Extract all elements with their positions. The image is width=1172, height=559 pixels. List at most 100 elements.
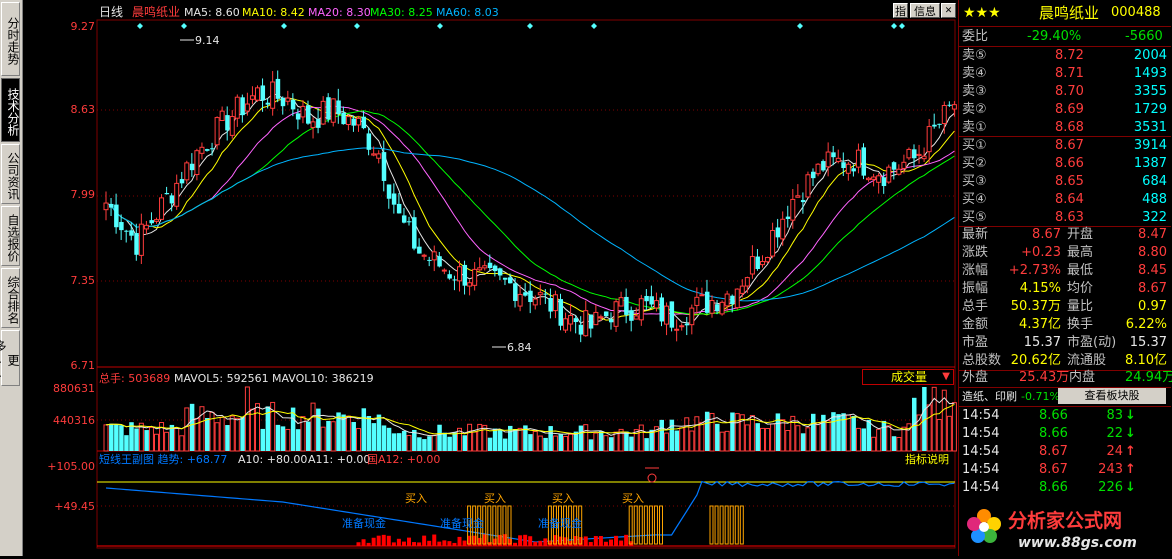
prep-cash-label: 准备现金 <box>538 516 582 530</box>
volume-bar <box>866 419 872 451</box>
volume-bar <box>568 433 574 452</box>
close-icon[interactable]: ✕ <box>941 3 956 18</box>
ma-label-4: MA60: 8.03 <box>436 6 499 19</box>
indicator-bar <box>432 534 437 546</box>
left-tab-bar: 分时走势 技术分析 公司资讯 自选报价 综合排名 更多.. <box>0 0 23 556</box>
tab-intraday[interactable]: 分时走势 <box>1 2 20 76</box>
volume-bar <box>513 429 518 451</box>
candle-body <box>563 318 569 331</box>
candle-body <box>835 157 841 162</box>
volume-bar <box>684 417 690 452</box>
tab-company-info[interactable]: 公司资讯 <box>1 144 20 204</box>
candle-body <box>492 265 498 272</box>
volume-bar <box>371 423 377 451</box>
buy-level-row: 买② 8.66 1387 <box>962 156 1167 171</box>
volume-bar <box>881 420 887 451</box>
indicator-bar <box>371 537 376 546</box>
volume-bar <box>926 404 932 452</box>
buy-signal-bar <box>734 505 739 545</box>
candle-body <box>229 116 235 136</box>
y-tick-main: 7.99 <box>71 188 96 201</box>
candle-body <box>270 81 276 109</box>
candle-body <box>210 148 215 150</box>
volume-bar <box>593 432 599 452</box>
diamond-marker <box>891 23 897 29</box>
chart-area[interactable]: 日线 晨鸣纸业 MA5: 8.60 MA10: 8.42 MA20: 8.30 MA3… <box>22 0 958 556</box>
volume-bar <box>552 435 558 452</box>
candle-body <box>719 301 725 315</box>
indicator-bar <box>543 538 548 546</box>
stat-row: 市盈 15.37 市盈(动) 15.37 <box>962 335 1167 350</box>
signal-diamonds <box>137 23 905 29</box>
info-button[interactable]: 信息 <box>910 3 940 18</box>
volume-bar <box>871 436 877 452</box>
indicator-bar <box>528 536 533 546</box>
candle-body <box>578 324 584 335</box>
candle-body <box>149 220 154 224</box>
indicator-bar <box>593 536 598 546</box>
indicator-toggle-button[interactable]: 指 <box>893 3 908 18</box>
trade-tick-row: 14:54 8.66 22 ↓ <box>962 426 1136 441</box>
indicator-bar <box>518 535 523 546</box>
candle-body <box>800 200 806 203</box>
indicator-bar <box>533 541 538 546</box>
tab-ranking[interactable]: 综合排名 <box>1 268 20 328</box>
tab-more[interactable]: 更多.. <box>0 330 20 386</box>
prep-cash-label: 准备现金 <box>342 516 386 530</box>
candle-body <box>906 148 912 159</box>
candle-body <box>234 96 240 119</box>
volume-bar <box>109 423 114 451</box>
volume-bar <box>275 424 281 451</box>
arrow-down-icon: ↓ <box>1125 480 1136 495</box>
candle-body <box>244 103 250 112</box>
volume-bar <box>679 427 685 452</box>
candle-body <box>381 152 387 181</box>
candle-body <box>724 293 730 307</box>
chart-stock-name: 晨鸣纸业 <box>132 4 180 19</box>
tab-technical[interactable]: 技术分析 <box>1 78 20 142</box>
candle-body <box>699 294 705 297</box>
candle-body <box>825 151 831 168</box>
volume-bar <box>901 426 907 452</box>
volume-bar <box>624 431 629 451</box>
indicator-bar <box>442 540 447 546</box>
trade-tick-row: 14:54 8.66 226 ↓ <box>962 480 1136 495</box>
volume-total: 总手: 503689 <box>99 371 170 385</box>
indicator-bar <box>427 540 432 546</box>
volume-bar <box>588 439 594 451</box>
view-sector-stocks-button[interactable]: 查看板块股 <box>1058 388 1166 404</box>
candle-body <box>255 87 260 101</box>
candle-body <box>896 168 902 175</box>
candle-body <box>618 297 624 307</box>
volume-bar <box>244 386 250 452</box>
candle-body <box>502 277 508 280</box>
candle-body <box>124 230 129 232</box>
volume-bar <box>119 425 124 451</box>
indicator-bar <box>598 536 603 546</box>
arrow-up-icon: ↑ <box>1125 462 1136 477</box>
candle-body <box>684 323 690 326</box>
candle-body <box>219 110 225 122</box>
candle-body <box>240 97 245 116</box>
buy-level-row: 买① 8.67 3914 <box>962 138 1167 153</box>
buy-signal-bar <box>638 505 643 545</box>
indicator-help-link[interactable]: 指标说明 <box>905 452 949 466</box>
candle-body <box>371 153 377 156</box>
buy-signal-bar <box>653 505 658 545</box>
volume-selector[interactable]: 成交量 ▼ <box>862 369 954 385</box>
tab-watchlist[interactable]: 自选报价 <box>1 206 20 266</box>
candle-body <box>912 149 917 159</box>
candle-body <box>941 105 947 124</box>
volume-bar <box>260 428 266 451</box>
volume-bar <box>341 414 346 451</box>
candle-body <box>326 97 331 120</box>
volume-bar <box>320 426 326 452</box>
volume-bar <box>659 419 664 451</box>
candle-body <box>487 262 493 269</box>
volume-bar <box>427 436 432 451</box>
ma-label-2: MA20: 8.30 <box>308 6 371 19</box>
candle-body <box>523 292 528 296</box>
candle-body <box>871 176 877 180</box>
indicator-bar <box>609 539 613 546</box>
volume-bar <box>770 423 776 452</box>
